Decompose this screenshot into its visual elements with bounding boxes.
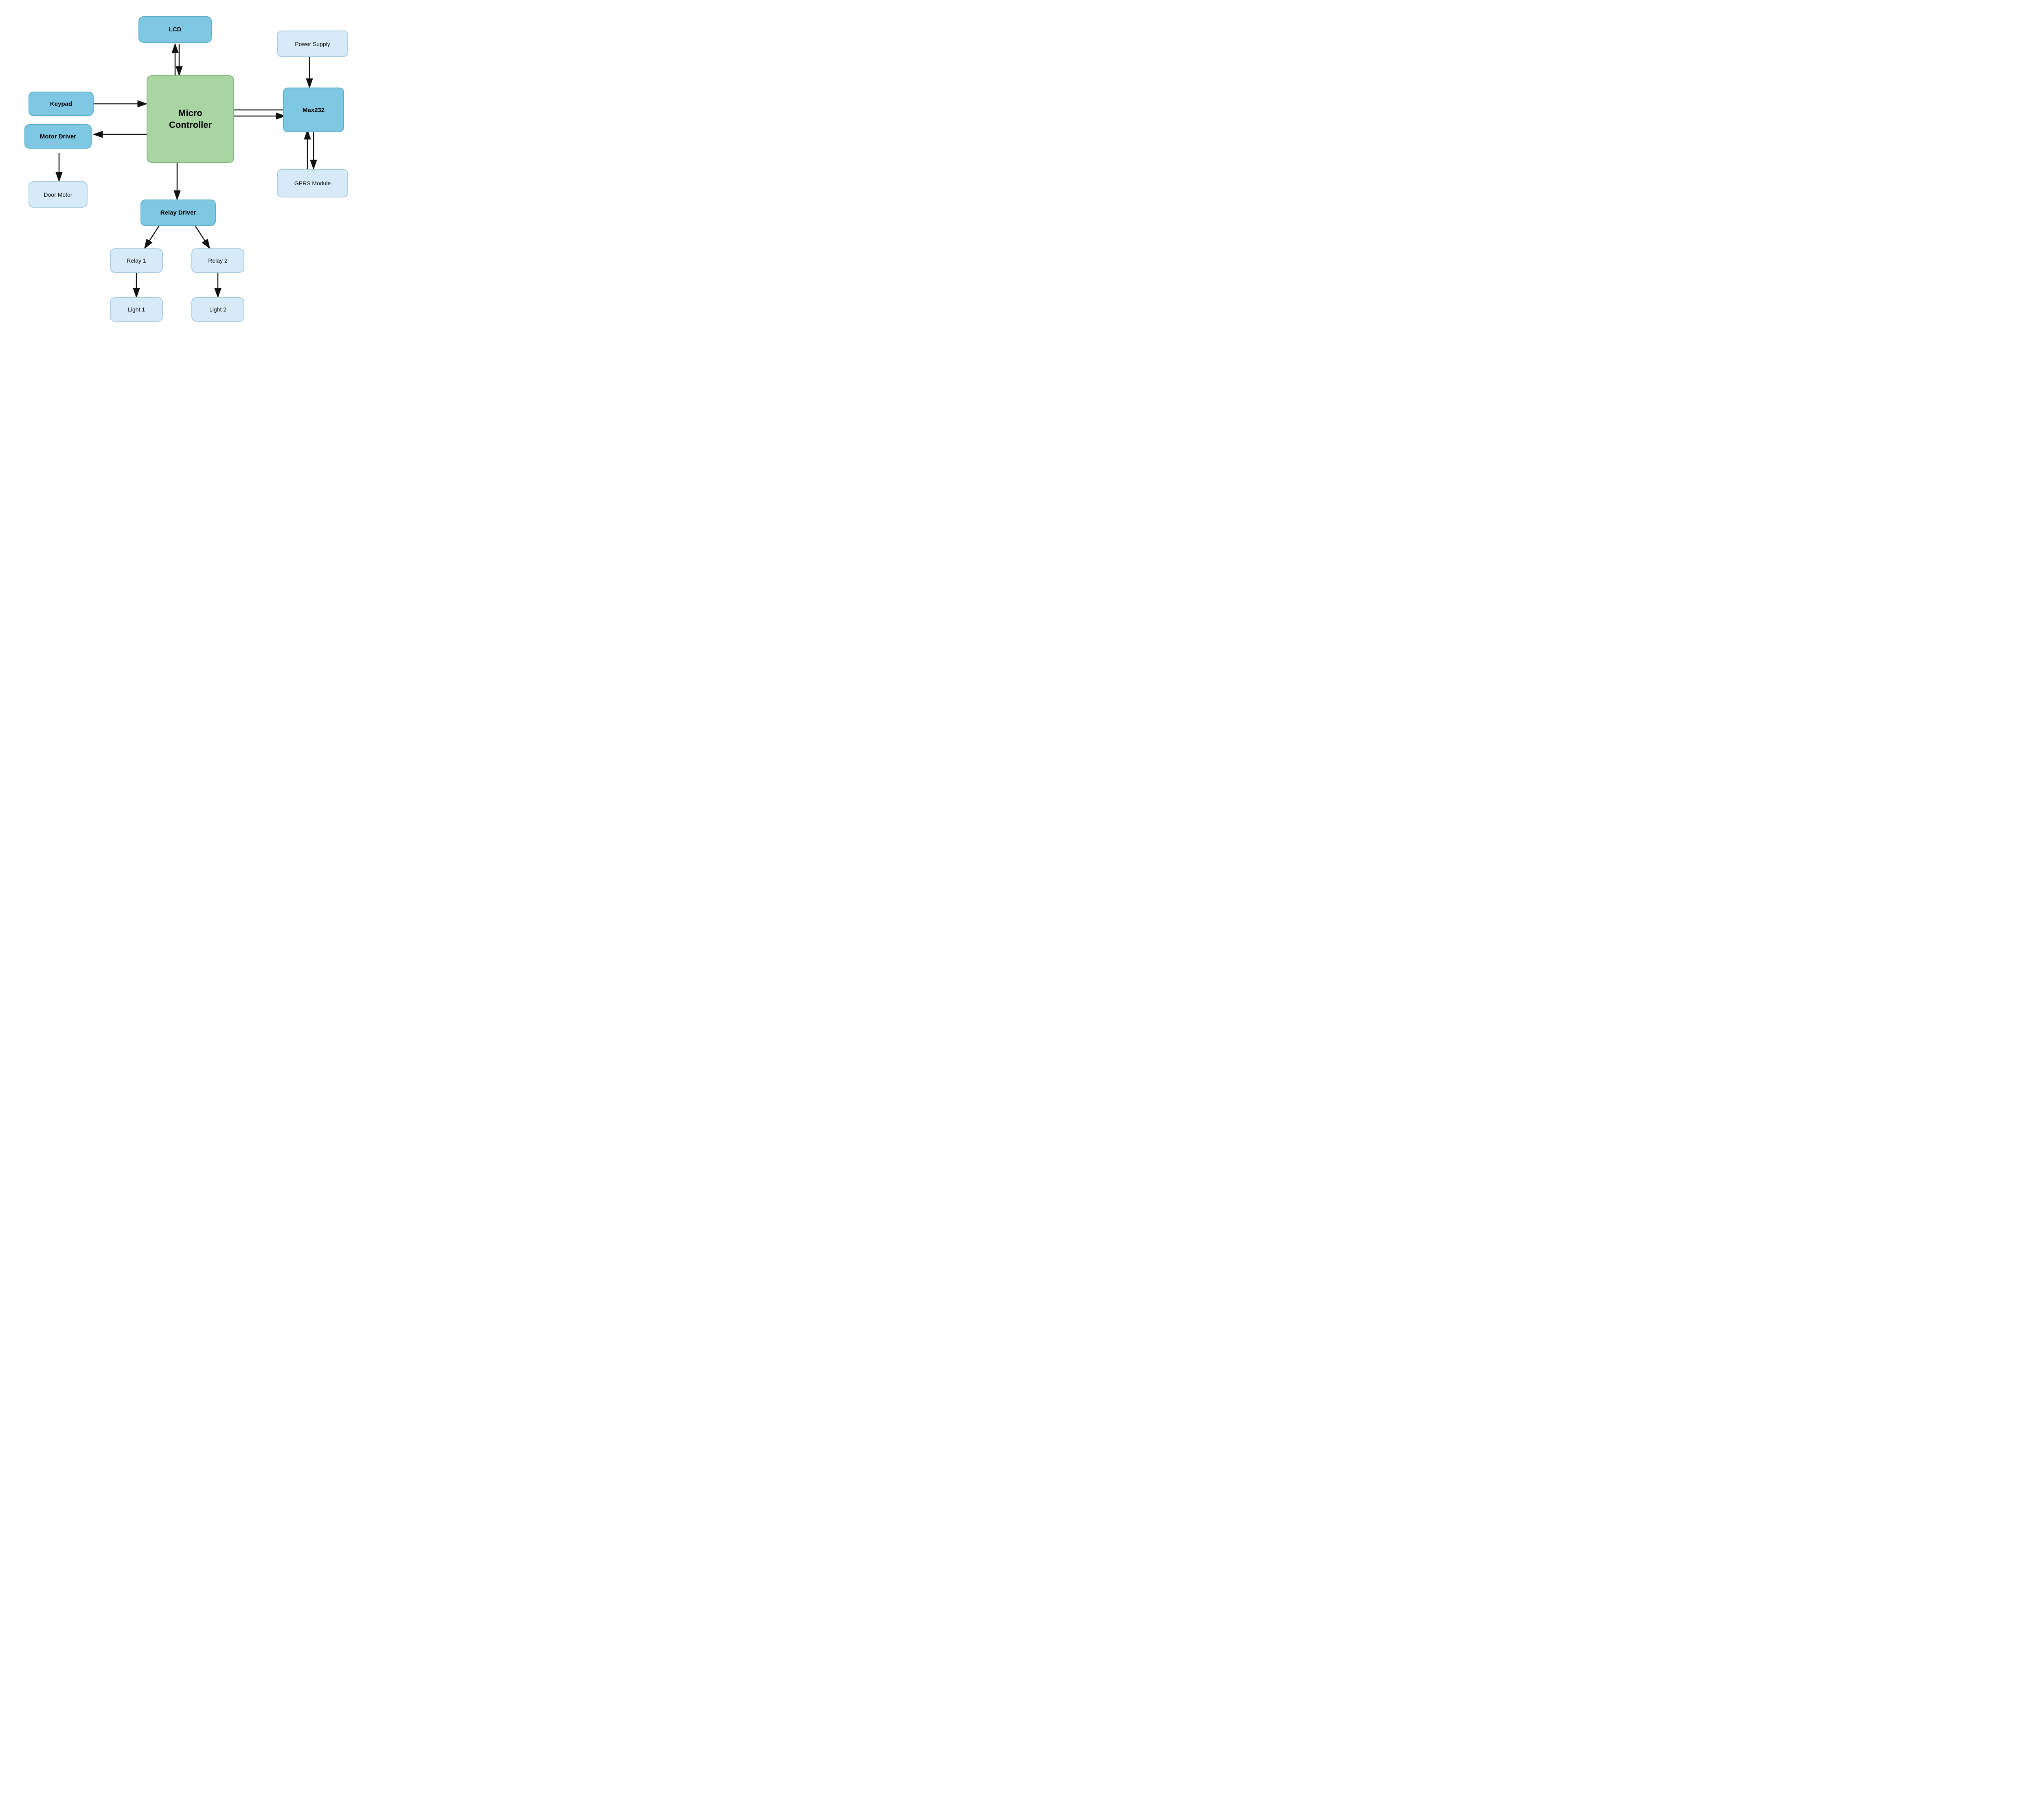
keypad-label: Keypad <box>50 101 72 107</box>
power-supply-label: Power Supply <box>295 41 330 47</box>
light2-label: Light 2 <box>209 306 226 313</box>
relay1-block: Relay 1 <box>110 248 163 273</box>
gprs-module-label: GPRS Module <box>294 180 331 186</box>
relay-driver-label: Relay Driver <box>160 209 196 216</box>
power-supply-block: Power Supply <box>277 31 348 57</box>
light1-label: Light 1 <box>128 306 145 313</box>
relay-driver-block: Relay Driver <box>140 200 216 226</box>
door-motor-label: Door Motor <box>44 191 72 198</box>
motor-driver-label: Motor Driver <box>40 133 76 140</box>
keypad-block: Keypad <box>29 92 94 116</box>
light2-block: Light 2 <box>191 297 244 322</box>
lcd-label: LCD <box>169 26 182 33</box>
relay1-label: Relay 1 <box>127 257 146 264</box>
relay2-label: Relay 2 <box>208 257 227 264</box>
light1-block: Light 1 <box>110 297 163 322</box>
motor-driver-block: Motor Driver <box>24 124 92 149</box>
door-motor-block: Door Motor <box>29 181 88 208</box>
gprs-module-block: GPRS Module <box>277 169 348 197</box>
max232-label: Max232 <box>303 107 325 114</box>
diagram: LCD Keypad Micro Controller Motor Driver… <box>0 0 407 364</box>
microcontroller-block: Micro Controller <box>147 75 234 163</box>
max232-block: Max232 <box>283 88 344 132</box>
lcd-block: LCD <box>138 16 212 43</box>
microcontroller-label: Micro Controller <box>169 107 212 131</box>
relay2-block: Relay 2 <box>191 248 244 273</box>
